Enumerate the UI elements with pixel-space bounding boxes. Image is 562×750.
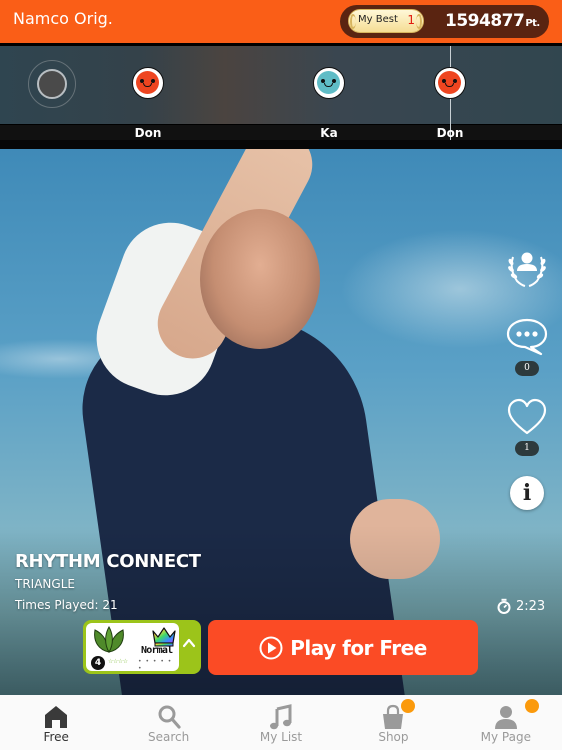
play-button-label: Play for Free — [290, 635, 427, 660]
search-icon — [158, 705, 181, 729]
note-face — [317, 71, 340, 94]
score-display: My Best 1 1594877Pt. — [340, 5, 549, 38]
play-for-free-button[interactable]: Play for Free — [208, 620, 478, 675]
comments-button[interactable]: 0 — [503, 317, 551, 376]
judgement-circle-icon — [28, 60, 76, 108]
note-mouth — [324, 83, 333, 87]
note-face — [136, 71, 159, 94]
nav-item-search[interactable]: Search — [112, 695, 224, 750]
note-lane: Don Ka Don — [0, 43, 562, 149]
nav-label: Free — [43, 730, 69, 744]
heart-icon — [507, 398, 547, 435]
rainbow-crown-icon — [152, 627, 176, 647]
score-unit: Pt. — [525, 18, 540, 29]
my-best-label: My Best — [358, 14, 398, 25]
speech-bubble-icon — [506, 318, 548, 356]
info-button[interactable]: i — [510, 476, 544, 510]
stopwatch-icon — [497, 598, 511, 614]
nav-item-free[interactable]: Free — [0, 695, 112, 750]
chevron-up-icon[interactable] — [182, 636, 196, 650]
like-button[interactable]: 1 — [503, 397, 551, 456]
note-label: Ka — [320, 126, 338, 140]
difficulty-name: Normal — [141, 645, 173, 656]
score-number: 1594877 — [445, 11, 525, 31]
person-head — [200, 209, 320, 349]
lane-track — [0, 46, 562, 124]
song-artist: TRIANGLE — [15, 577, 75, 591]
note-label: Don — [134, 126, 162, 140]
my-best-badge: My Best 1 — [348, 9, 424, 33]
bottom-nav: Free Search My List Shop My Page — [0, 695, 562, 750]
ranking-button[interactable] — [503, 249, 551, 289]
nav-item-shop[interactable]: Shop — [337, 695, 449, 750]
laurel-left-icon — [350, 14, 356, 29]
notification-badge — [401, 699, 416, 713]
nav-label: My Page — [480, 730, 531, 744]
my-best-rank: 1 — [407, 13, 415, 27]
nav-label: Search — [147, 730, 190, 744]
difficulty-stars-empty: • • • • • • — [138, 658, 173, 672]
difficulty-card: Normal 4 ☆☆☆☆ • • • • • • — [86, 623, 179, 672]
info-icon: i — [522, 480, 532, 506]
song-video-preview[interactable]: 0 1 i RHYTHM CONNECT TRIANGLE Times Play… — [0, 149, 562, 695]
category-title: Namco Orig. — [13, 9, 113, 28]
ranking-laurel-icon — [508, 252, 546, 287]
header-bar: Namco Orig. My Best 1 1594877Pt. — [0, 0, 562, 43]
ka-note-icon — [313, 67, 345, 99]
lane-label-strip — [0, 125, 562, 140]
laurel-right-icon — [416, 14, 422, 29]
notification-badge — [524, 699, 539, 713]
nav-label: Shop — [378, 730, 409, 744]
music-note-icon — [270, 704, 292, 730]
user-icon — [494, 706, 517, 729]
lane-divider — [0, 140, 562, 149]
difficulty-stars: ☆☆☆☆ — [108, 658, 128, 665]
note-mouth — [143, 83, 152, 87]
song-duration: 2:23 — [496, 598, 545, 614]
note-mouth — [445, 83, 454, 87]
difficulty-level: 4 — [91, 656, 105, 670]
nav-item-my-page[interactable]: My Page — [450, 695, 562, 750]
times-played: Times Played: 21 — [15, 598, 118, 612]
judgement-circle-inner — [37, 69, 67, 99]
don-note-icon — [132, 67, 164, 99]
note-face — [438, 71, 461, 94]
leaf-icon — [94, 626, 124, 653]
difficulty-selector[interactable]: Normal 4 ☆☆☆☆ • • • • • • — [83, 620, 201, 674]
song-title: RHYTHM CONNECT — [15, 551, 201, 572]
play-circle-icon — [259, 636, 283, 659]
note-label: Don — [436, 126, 464, 140]
nav-item-my-list[interactable]: My List — [225, 695, 337, 750]
likes-count: 1 — [515, 441, 539, 456]
nav-label: My List — [259, 730, 303, 744]
duration-value: 2:23 — [516, 598, 546, 614]
score-value: 1594877Pt. — [445, 11, 540, 31]
comments-count: 0 — [515, 361, 539, 376]
don-note-icon — [434, 67, 466, 99]
home-icon — [45, 706, 68, 728]
